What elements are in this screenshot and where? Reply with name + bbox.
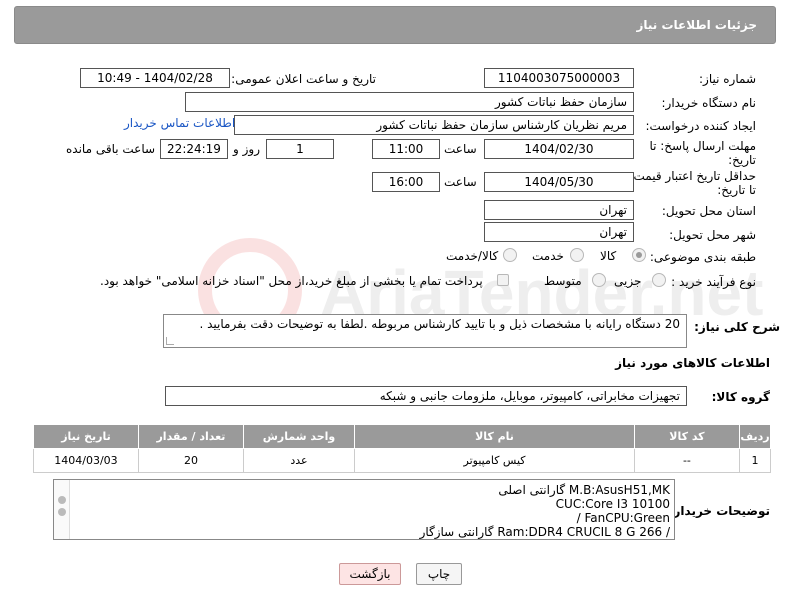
- notes-line: M.B:AsusH51,MK گارانتی اصلی: [498, 483, 670, 497]
- days-word: روز و: [233, 142, 260, 156]
- notes-line: FanCPU:Green /: [576, 511, 670, 525]
- col-unit: واحد شمارش: [242, 424, 356, 449]
- validity-time-word: ساعت: [444, 175, 477, 189]
- province-field: تهران: [484, 200, 634, 220]
- buyer-notes-box[interactable]: M.B:AsusH51,MK گارانتی اصلی CUC:Core I3 …: [53, 479, 675, 540]
- buyer-notes-label: توضیحات خریدار:: [668, 504, 770, 518]
- validity-time-field: 16:00: [372, 172, 440, 192]
- col-row: ردیف: [738, 424, 772, 449]
- process-option-minor: جزیی: [614, 274, 642, 288]
- page-title: جزئیات اطلاعات نیاز: [636, 18, 757, 32]
- notes-line: CUC:Core I3 10100: [555, 497, 670, 511]
- need-number-field: 1104003075000003: [484, 68, 634, 88]
- announce-field: 1404/02/28 - 10:49: [80, 68, 230, 88]
- validity-date-field: 1404/05/30: [484, 172, 634, 192]
- description-text: 20 دستگاه رایانه با مشخصات ذیل و با تایی…: [199, 317, 681, 331]
- category-label: طبقه بندی موضوعی:: [649, 250, 756, 264]
- notes-scrollbar[interactable]: [54, 480, 70, 539]
- deadline-label-1: مهلت ارسال پاسخ: تا: [649, 139, 756, 153]
- goods-table-header: ردیف کد کالا نام کالا واحد شمارش تعداد /…: [33, 424, 772, 449]
- buyer-org-label: نام دستگاه خریدار:: [661, 96, 757, 110]
- need-number-label: شماره نیاز:: [699, 72, 756, 86]
- cell-name: کیس کامپیوتر: [354, 448, 635, 473]
- city-field: تهران: [484, 222, 634, 242]
- resize-handle-icon[interactable]: [166, 337, 174, 345]
- payment-note: پرداخت تمام یا بخشی از مبلغ خرید،از محل …: [100, 274, 483, 288]
- process-radio-minor[interactable]: [652, 273, 666, 287]
- requester-label: ایجاد کننده درخواست:: [645, 119, 756, 133]
- cell-unit: عدد: [242, 448, 356, 473]
- announce-label: تاریخ و ساعت اعلان عمومی:: [231, 72, 376, 86]
- deadline-label-2: تاریخ:: [728, 153, 756, 167]
- category-option-both: کالا/خدمت: [446, 249, 499, 263]
- category-option-goods: کالا: [600, 249, 617, 263]
- deadline-date-field: 1404/02/30: [484, 139, 634, 159]
- category-radio-service[interactable]: [570, 248, 584, 262]
- page-header: جزئیات اطلاعات نیاز: [14, 6, 776, 44]
- min-validity-label-2: تا تاریخ:: [717, 183, 756, 197]
- deadline-time-word: ساعت: [444, 142, 477, 156]
- cell-code: --: [633, 448, 740, 473]
- scroll-dot-icon: [58, 508, 66, 516]
- cell-row: 1: [738, 448, 772, 473]
- contact-info-link[interactable]: اطلاعات تماس خریدار: [124, 116, 235, 130]
- cell-qty: 20: [137, 448, 244, 473]
- process-label: نوع فرآیند خرید :: [671, 275, 756, 289]
- description-textarea[interactable]: 20 دستگاه رایانه با مشخصات ذیل و با تایی…: [163, 314, 687, 348]
- goods-group-label: گروه کالا:: [711, 390, 770, 404]
- process-option-medium: متوسط: [544, 274, 582, 288]
- province-label: استان محل تحویل:: [661, 204, 756, 218]
- category-radio-goods[interactable]: [632, 248, 646, 262]
- category-radio-both[interactable]: [503, 248, 517, 262]
- requester-field: مریم نظریان کارشناس سازمان حفظ نباتات کش…: [234, 115, 634, 135]
- scroll-dot-icon: [58, 496, 66, 504]
- col-code: کد کالا: [633, 424, 740, 449]
- cell-date: 1404/03/03: [33, 448, 139, 473]
- deadline-time-field: 11:00: [372, 139, 440, 159]
- page: AriaTender.net جزئیات اطلاعات نیاز شماره…: [0, 0, 788, 598]
- min-validity-label-1: حداقل تاریخ اعتبار قیمت:: [629, 169, 756, 183]
- table-row: 1 -- کیس کامپیوتر عدد 20 1404/03/03: [33, 448, 772, 473]
- col-qty: تعداد / مقدار: [137, 424, 244, 449]
- goods-section-title: اطلاعات کالاهای مورد نیاز: [615, 356, 770, 370]
- remaining-time-field: 22:24:19: [160, 139, 228, 159]
- goods-table: ردیف کد کالا نام کالا واحد شمارش تعداد /…: [33, 424, 772, 473]
- days-count-field: 1: [266, 139, 334, 159]
- col-date: تاریخ نیاز: [33, 424, 139, 449]
- category-option-service: خدمت: [532, 249, 564, 263]
- print-button[interactable]: چاپ: [416, 563, 462, 585]
- back-button[interactable]: بازگشت: [339, 563, 401, 585]
- payment-checkbox[interactable]: [497, 274, 509, 286]
- city-label: شهر محل تحویل:: [669, 228, 756, 242]
- buyer-org-field: سازمان حفظ نباتات کشور: [185, 92, 634, 112]
- process-radio-medium[interactable]: [592, 273, 606, 287]
- remaining-word: ساعت باقی مانده: [66, 142, 156, 156]
- goods-group-field: تجهیزات مخابراتی، کامپیوتر، موبایل، ملزو…: [165, 386, 687, 406]
- notes-line: / Ram:DDR4 CRUCIL 8 G 266 گارانتی سازگار: [419, 525, 670, 539]
- description-label: شرح کلی نیاز:: [694, 320, 780, 334]
- col-name: نام کالا: [354, 424, 635, 449]
